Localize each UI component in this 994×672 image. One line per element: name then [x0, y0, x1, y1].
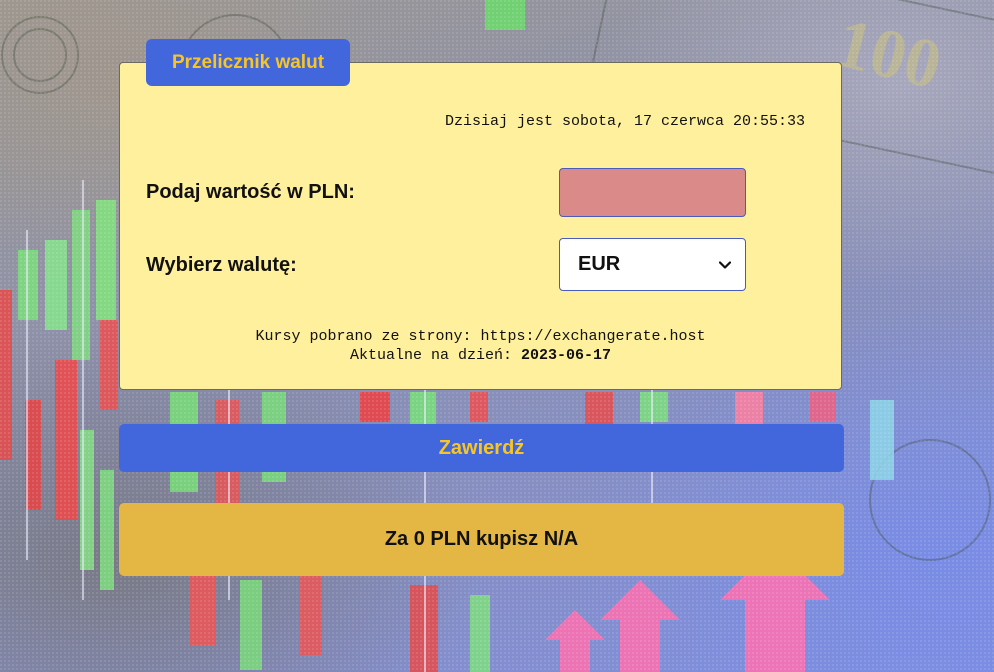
rates-source-line: Kursy pobrano ze strony: https://exchang…: [255, 328, 706, 345]
converter-title: Przelicznik walut: [146, 39, 350, 86]
conversion-result: Za 0 PLN kupisz N/A: [119, 503, 844, 576]
currency-label: Wybierz walutę:: [146, 254, 297, 276]
rates-date-value: 2023-06-17: [521, 347, 612, 364]
chevron-down-icon: [719, 260, 731, 269]
currency-select-value: EUR: [578, 253, 621, 275]
submit-button[interactable]: Zawierdź: [119, 424, 844, 472]
currency-select[interactable]: EUR: [559, 238, 746, 291]
converter-panel: Dzisiaj jest sobota, 17 czerwca 20:55:33…: [119, 62, 842, 390]
pln-amount-input[interactable]: [559, 168, 746, 217]
rates-date-prefix: Aktualne na dzień:: [349, 347, 521, 364]
rates-source-info: Kursy pobrano ze strony: https://exchang…: [120, 327, 841, 365]
rates-date-line: Aktualne na dzień: 2023-06-17: [120, 346, 841, 365]
current-datetime: Dzisiaj jest sobota, 17 czerwca 20:55:33: [444, 113, 805, 130]
amount-label: Podaj wartość w PLN:: [146, 181, 355, 203]
